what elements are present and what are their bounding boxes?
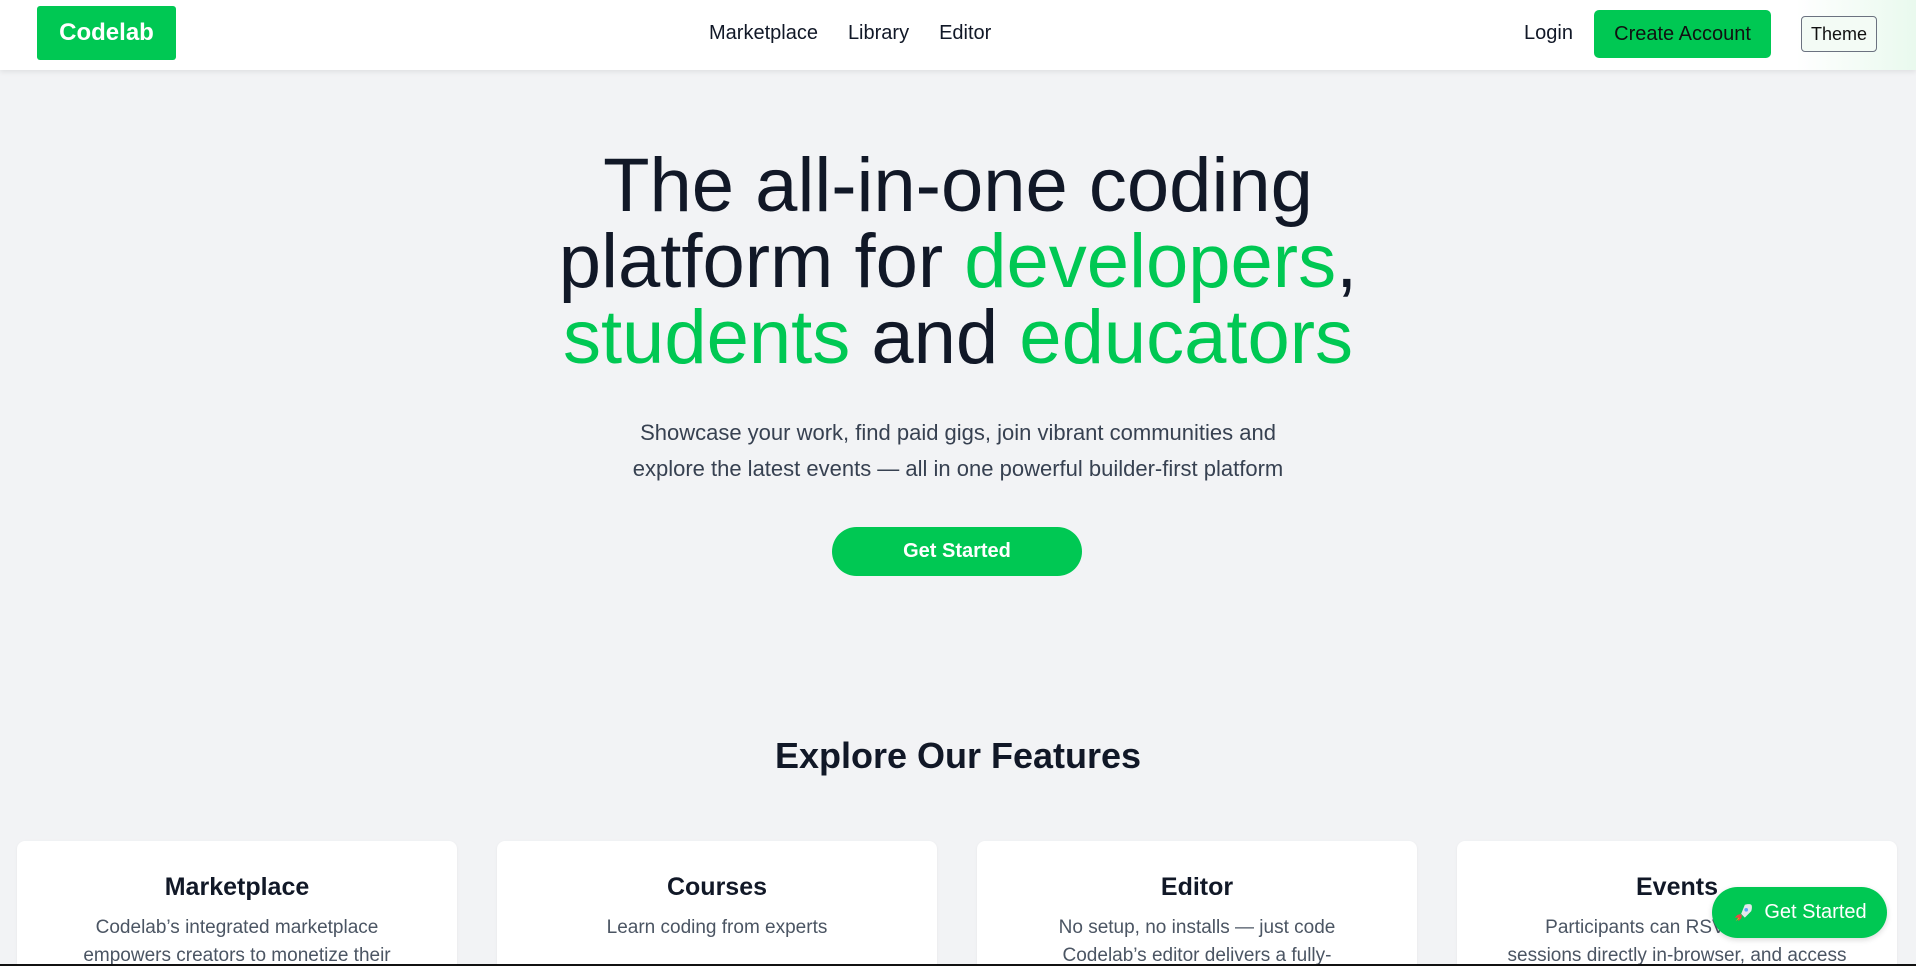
- nav-link-library[interactable]: Library: [848, 22, 909, 45]
- hero-title-developers: developers: [964, 219, 1337, 304]
- login-link[interactable]: Login: [1524, 22, 1573, 45]
- hero-title: The all-in-one coding platform for devel…: [458, 148, 1458, 376]
- hero-subtitle-line2: explore the latest events — all in one p…: [632, 456, 1284, 481]
- theme-toggle-button[interactable]: Theme: [1801, 16, 1877, 52]
- nav-links: Marketplace Library Editor: [709, 22, 991, 45]
- feature-card-title: Editor: [1160, 873, 1234, 901]
- feature-card-desc: No setup, no installs — just code Codela…: [1058, 917, 1336, 966]
- hero-subtitle-line1: Showcase your work, find paid gigs, join…: [640, 420, 1276, 445]
- get-started-button[interactable]: Get Started: [832, 527, 1082, 576]
- feature-card-editor[interactable]: Editor No setup, no installs — just code…: [977, 841, 1417, 966]
- nav-link-editor[interactable]: Editor: [939, 22, 991, 45]
- features-heading: Explore Our Features: [774, 735, 1142, 776]
- create-account-button[interactable]: Create Account: [1594, 10, 1771, 58]
- hero-title-line2a: platform for: [558, 219, 965, 304]
- logo[interactable]: Codelab: [37, 6, 176, 60]
- feature-card-marketplace[interactable]: Marketplace Codelab’s integrated marketp…: [17, 841, 457, 966]
- rocket-icon: [1735, 903, 1753, 921]
- feature-card-courses[interactable]: Courses Learn coding from experts: [497, 841, 937, 966]
- hero-title-students: students: [562, 295, 851, 380]
- feature-card-desc: Codelab’s integrated marketplace empower…: [83, 917, 391, 966]
- feature-card-title: Marketplace: [164, 873, 310, 901]
- hero-subtitle: Showcase your work, find paid gigs, join…: [558, 415, 1358, 487]
- hero-title-comma: ,: [1336, 219, 1358, 304]
- feature-card-desc: Learn coding from experts: [606, 917, 828, 938]
- hero-title-line1: The all-in-one coding: [603, 143, 1313, 228]
- feature-card-title: Courses: [666, 873, 768, 901]
- floating-get-started-button[interactable]: Get Started: [1712, 887, 1887, 938]
- hero-title-educators: educators: [1019, 295, 1354, 380]
- nav-link-marketplace[interactable]: Marketplace: [709, 22, 818, 45]
- top-navbar: Codelab Marketplace Library Editor Login…: [0, 0, 1916, 70]
- hero-title-and: and: [850, 295, 1020, 380]
- floating-button-label: Get Started: [1764, 901, 1867, 923]
